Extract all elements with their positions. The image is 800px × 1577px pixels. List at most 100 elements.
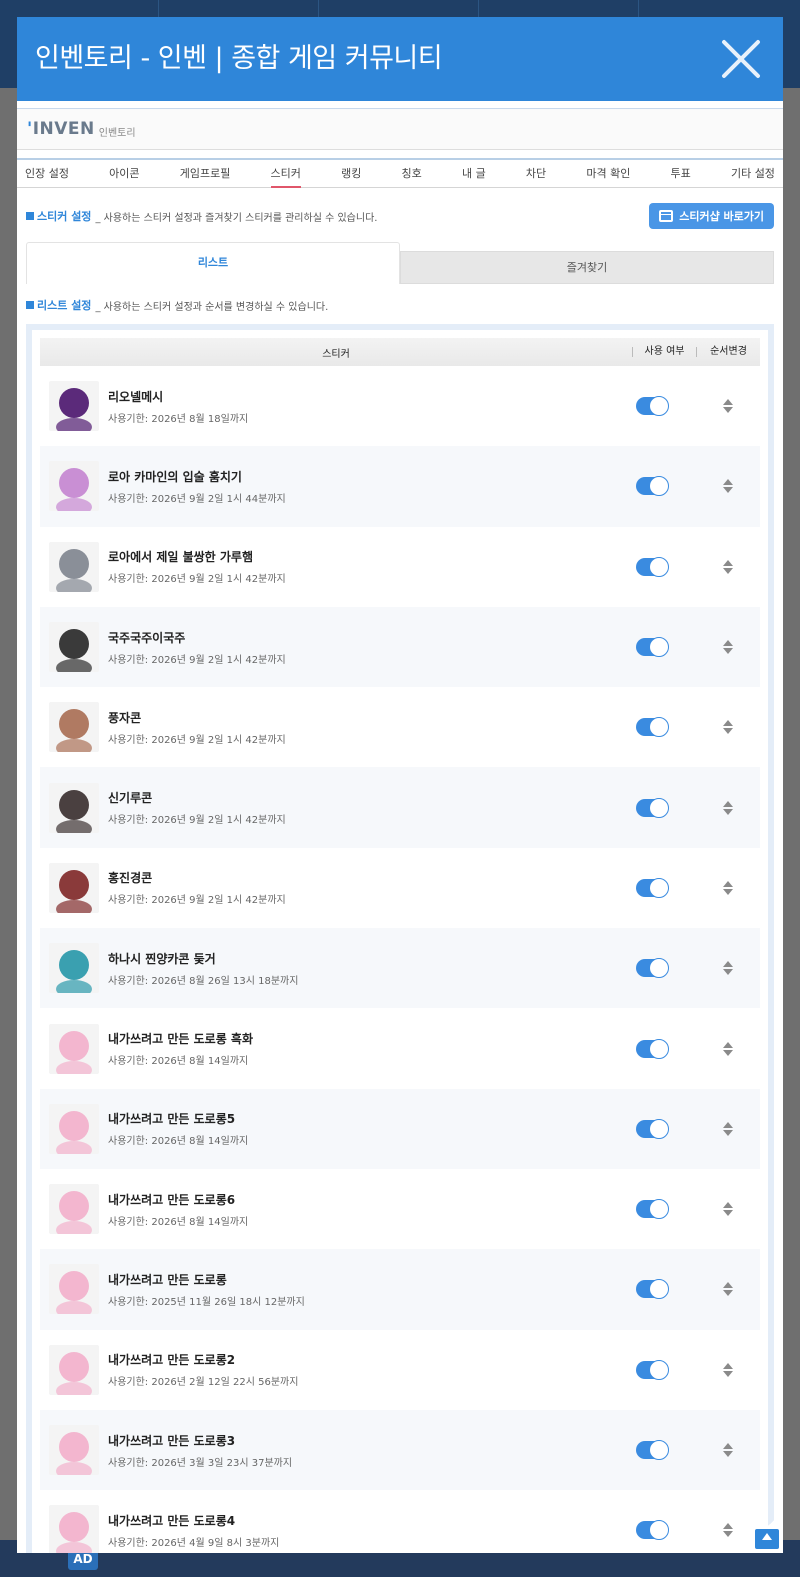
arrow-up-icon — [723, 880, 733, 887]
sticker-row: 내가쓰려고 만든 도로롱 사용기한: 2025년 11월 26일 18시 12분까… — [40, 1249, 760, 1330]
reorder-handle-icon[interactable] — [696, 961, 760, 976]
reorder-handle-icon[interactable] — [696, 479, 760, 494]
arrow-down-icon — [723, 567, 733, 574]
arrow-up-icon — [723, 961, 733, 968]
sticker-name: 국주국주이국주 — [108, 630, 186, 645]
section-desc: _ 사용하는 스티커 설정과 즐겨찾기 스티커를 관리하실 수 있습니다. — [95, 212, 378, 224]
use-toggle[interactable] — [636, 1199, 669, 1220]
sticker-expiry: 사용기한: 2026년 9월 2일 1시 42분까지 — [108, 734, 286, 746]
use-toggle[interactable] — [636, 396, 669, 417]
sticker-expiry: 사용기한: 2026년 8월 18일까지 — [108, 413, 249, 425]
reorder-handle-icon[interactable] — [696, 1282, 760, 1297]
reorder-handle-icon[interactable] — [696, 1202, 760, 1217]
reorder-handle-icon[interactable] — [696, 800, 760, 815]
sticker-row: 내가쓰려고 만든 도로롱4 사용기한: 2026년 4월 9일 8시 3분까지 — [40, 1490, 760, 1553]
sticker-expiry: 사용기한: 2026년 9월 2일 1시 42분까지 — [108, 654, 286, 666]
nav-other-settings[interactable]: 기타 설정 — [731, 160, 775, 187]
col-sticker: 스티커 — [322, 348, 350, 360]
sticker-image — [49, 943, 99, 994]
sticker-image — [49, 702, 99, 753]
sticker-row: 홍진경콘사용기한: 2026년 9월 2일 1시 42분까지 — [40, 848, 760, 928]
sticker-info: 홍진경콘사용기한: 2026년 9월 2일 1시 42분까지 — [108, 869, 636, 906]
reorder-handle-icon[interactable] — [696, 640, 760, 655]
use-toggle[interactable] — [636, 637, 669, 658]
sticker-info: 풍자콘 사용기한: 2026년 9월 2일 1시 42분까지 — [108, 709, 636, 746]
nav-block[interactable]: 차단 — [526, 160, 546, 187]
brand-subtitle: 인벤토리 — [98, 127, 136, 139]
use-toggle[interactable] — [636, 476, 669, 497]
sticker-row: 로아에서 제일 불쌍한 가루햄 사용기한: 2026년 9월 2일 1시 42분까… — [40, 527, 760, 607]
sticker-name: 신기루콘 — [108, 791, 153, 806]
sticker-info: 내가쓰려고 만든 도로롱 흑화 사용기한: 2026년 8월 14일까지 — [108, 1030, 636, 1067]
sticker-name: 내가쓰려고 만든 도로롱4 — [108, 1513, 236, 1528]
section-marker — [26, 212, 34, 220]
use-toggle[interactable] — [636, 1359, 669, 1380]
reorder-handle-icon[interactable] — [696, 1121, 760, 1136]
nav-my-posts[interactable]: 내 글 — [462, 160, 486, 187]
nav-ranking[interactable]: 랭킹 — [341, 160, 361, 187]
use-toggle[interactable] — [636, 717, 669, 738]
nav-vote[interactable]: 투표 — [671, 160, 691, 187]
reorder-handle-icon[interactable] — [696, 399, 760, 414]
use-toggle[interactable] — [636, 1038, 669, 1059]
tab-favorites[interactable]: 즐겨찾기 — [400, 251, 774, 284]
section-label: 스티커 설정 — [37, 210, 92, 223]
use-toggle[interactable] — [636, 877, 669, 898]
arrow-up-icon — [723, 399, 733, 406]
sticker-expiry: 사용기한: 2026년 9월 2일 1시 42분까지 — [108, 895, 286, 907]
backdrop-divider — [318, 0, 319, 18]
sticker-name: 내가쓰려고 만든 도로롱5 — [108, 1112, 236, 1127]
nav-sticker[interactable]: 스티커 — [270, 160, 302, 188]
sticker-row: 내가쓰려고 만든 도로롱2 사용기한: 2026년 2월 12일 22시 56분까… — [40, 1330, 760, 1410]
nav-check[interactable]: 마격 확인 — [586, 160, 630, 187]
reorder-handle-icon[interactable] — [696, 559, 760, 574]
use-toggle[interactable] — [636, 1118, 669, 1139]
scroll-top-icon[interactable] — [755, 1529, 779, 1549]
brand-bar: 'INVEN 인벤토리 — [17, 109, 783, 150]
inven-logo[interactable]: 'INVEN — [27, 119, 95, 139]
arrow-up-icon — [723, 1443, 733, 1449]
tab-list[interactable]: 리스트 — [26, 242, 400, 284]
use-toggle[interactable] — [636, 1279, 669, 1300]
sticker-shop-button[interactable]: 스티커샵 바로가기 — [649, 203, 774, 229]
sticker-expiry: 사용기한: 2026년 4월 9일 8시 3분까지 — [108, 1537, 280, 1549]
sticker-expiry: 사용기한: 2026년 8월 14일까지 — [108, 1216, 249, 1228]
use-toggle[interactable] — [636, 958, 669, 979]
sticker-name: 홍진경콘 — [108, 871, 153, 886]
arrow-down-icon — [723, 1370, 733, 1377]
sticker-image — [49, 1505, 99, 1553]
nav-icon[interactable]: 아이콘 — [109, 160, 139, 187]
sticker-info: 리오넬메시 사용기한: 2026년 8월 18일까지 — [108, 388, 636, 425]
sticker-expiry: 사용기한: 2026년 9월 2일 1시 44분까지 — [108, 493, 286, 505]
backdrop-divider — [638, 0, 639, 18]
sticker-name: 하나시 찐양카콘 둦거 — [108, 951, 216, 966]
arrow-up-icon — [723, 1523, 733, 1530]
sticker-info: 로아 카마인의 입술 훔치기 사용기한: 2026년 9월 2일 1시 44분까지 — [108, 468, 636, 505]
reorder-handle-icon[interactable] — [696, 880, 760, 895]
sticker-row: 하나시 찐양카콘 둦거 사용기한: 2026년 8월 26일 13시 18분까지 — [40, 928, 760, 1009]
nav-game-profile[interactable]: 게임프로필 — [180, 160, 231, 187]
arrow-down-icon — [723, 1451, 733, 1457]
use-toggle[interactable] — [636, 1440, 669, 1460]
backdrop-divider — [158, 0, 159, 18]
arrow-down-icon — [723, 1129, 733, 1136]
sticker-info: 내가쓰려고 만든 도로롱 사용기한: 2025년 11월 26일 18시 12분까… — [108, 1271, 636, 1308]
reorder-handle-icon[interactable] — [696, 720, 760, 735]
reorder-handle-icon[interactable] — [696, 1362, 760, 1377]
reorder-handle-icon[interactable] — [696, 1041, 760, 1056]
nav-title[interactable]: 칭호 — [402, 160, 422, 187]
sticker-name: 내가쓰려고 만든 도로롱 흑화 — [108, 1032, 254, 1047]
close-icon[interactable] — [719, 37, 763, 81]
sticker-thumbnail — [49, 1344, 99, 1395]
use-toggle[interactable] — [636, 797, 669, 818]
sticker-name: 로아에서 제일 불쌍한 가루햄 — [108, 550, 254, 565]
sticker-expiry: 사용기한: 2025년 11월 26일 18시 12분까지 — [108, 1296, 305, 1308]
nav-signature[interactable]: 인장 설정 — [25, 160, 69, 187]
sticker-info: 내가쓰려고 만든 도로롱3 사용기한: 2026년 3월 3일 23시 37분까지 — [108, 1432, 636, 1469]
arrow-down-icon — [723, 969, 733, 976]
arrow-down-icon — [723, 888, 733, 895]
reorder-handle-icon[interactable] — [696, 1443, 760, 1457]
sticker-info: 하나시 찐양카콘 둦거 사용기한: 2026년 8월 26일 13시 18분까지 — [108, 950, 636, 987]
use-toggle[interactable] — [636, 1520, 669, 1541]
use-toggle[interactable] — [636, 556, 669, 577]
